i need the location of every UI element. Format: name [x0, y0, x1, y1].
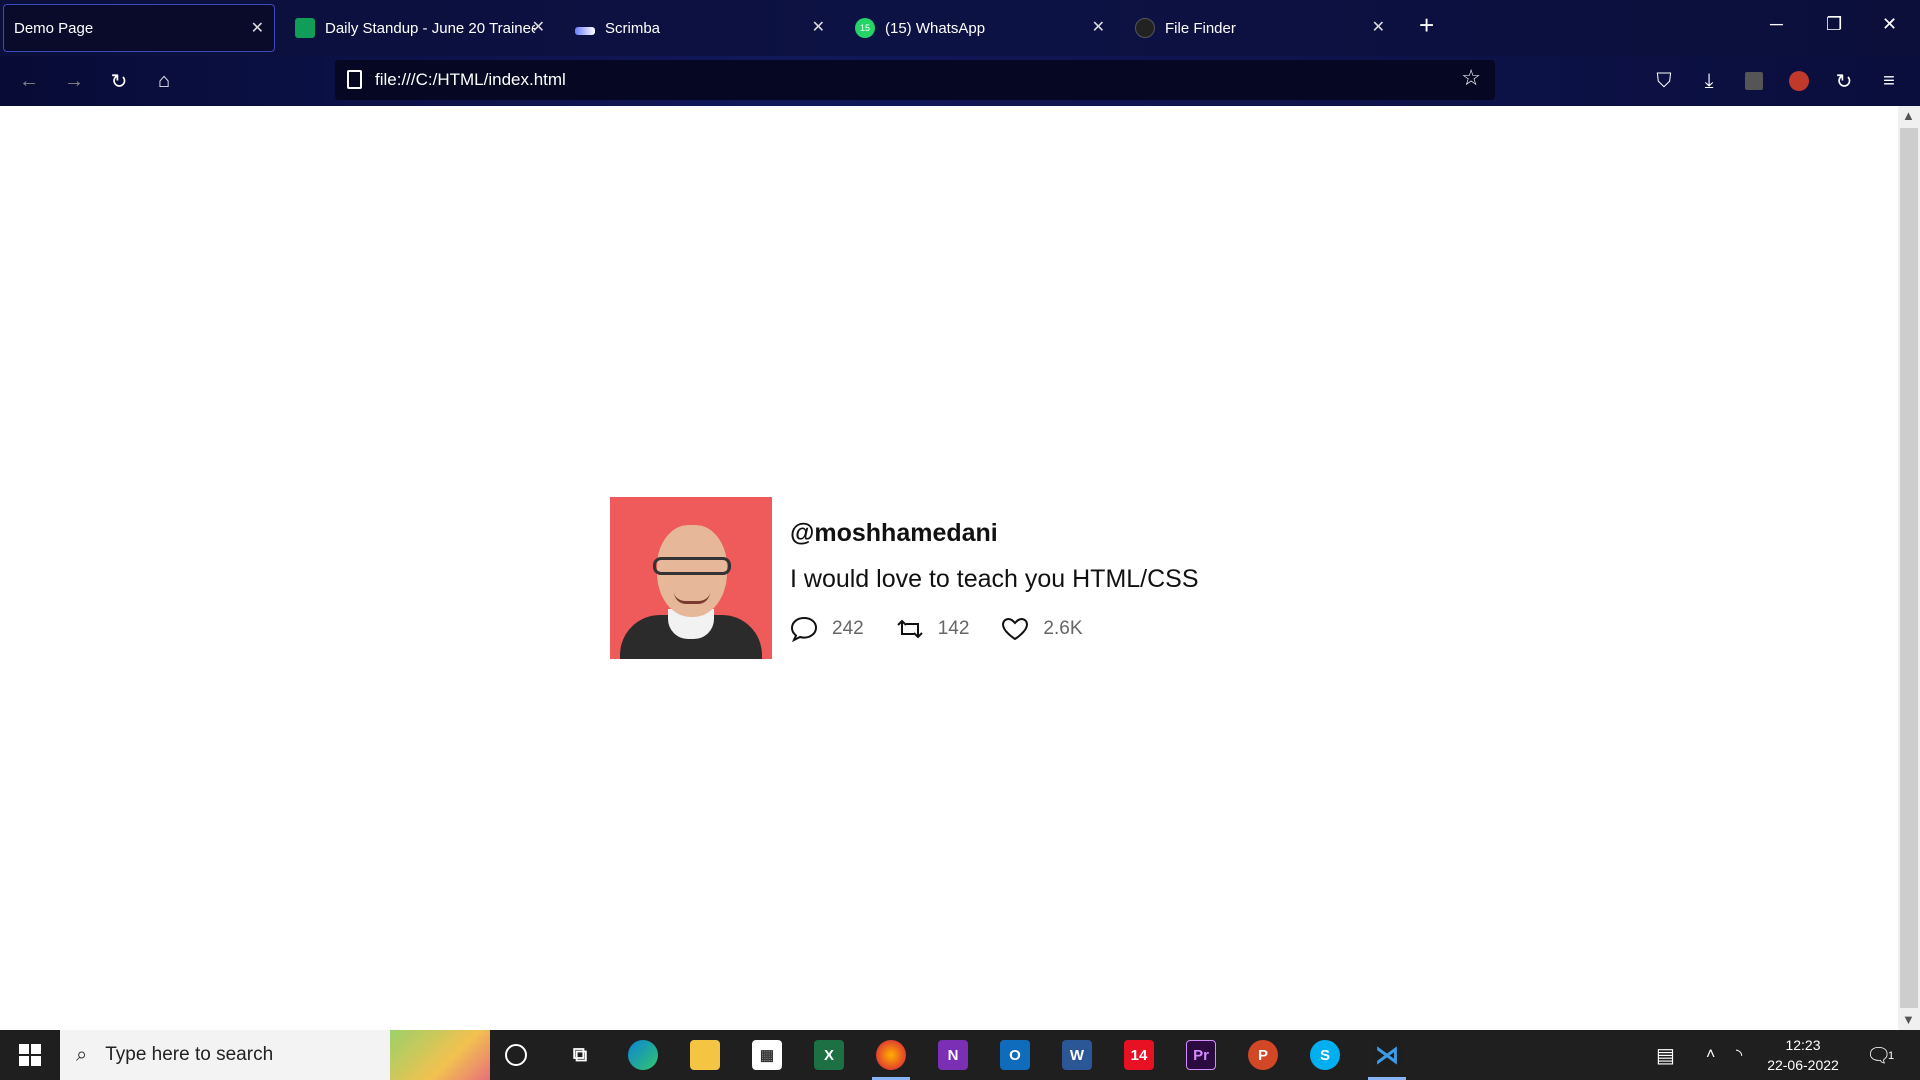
avatar [610, 497, 772, 659]
retweet-action[interactable]: 142 [896, 618, 970, 640]
premiere-icon[interactable]: Pr [1186, 1040, 1216, 1070]
taskbar-search[interactable]: ⌕ Type here to search [60, 1030, 490, 1080]
scroll-down-icon[interactable]: ▼ [1902, 1012, 1915, 1027]
close-icon[interactable]: ✕ [532, 17, 545, 37]
download-icon[interactable]: ⤓ [1696, 68, 1722, 94]
comment-icon [790, 616, 818, 642]
window-close-button[interactable]: ✕ [1882, 14, 1897, 35]
new-tab-button[interactable]: + [1419, 12, 1434, 38]
heart-icon [1002, 617, 1029, 641]
like-count: 2.6K [1043, 618, 1083, 639]
outlook-icon[interactable]: O [1000, 1040, 1030, 1070]
restore-button[interactable]: ❐ [1826, 14, 1842, 35]
cortana-icon[interactable] [505, 1044, 527, 1066]
search-highlight-icon [390, 1030, 490, 1080]
close-icon[interactable]: ✕ [1372, 17, 1385, 37]
sync-icon[interactable]: ↻ [1831, 68, 1857, 94]
avatar-glasses [653, 557, 731, 575]
edge-icon[interactable] [628, 1040, 658, 1070]
close-icon[interactable]: ✕ [251, 18, 264, 38]
news-icon[interactable]: ▤ [1656, 1030, 1675, 1080]
tweet-card: @moshhamedani I would love to teach you … [610, 497, 1199, 659]
task-view-icon[interactable]: ⧉ [565, 1040, 595, 1070]
clock-time: 12:23 [1785, 1037, 1821, 1053]
taskbar: ⌕ Type here to search ⧉ ▦ X N O W 14 Pr … [0, 1030, 1920, 1080]
sheets-icon [295, 18, 315, 38]
home-button[interactable]: ⌂ [151, 68, 177, 94]
calendar-app-icon[interactable]: 14 [1124, 1040, 1154, 1070]
reload-button[interactable]: ↻ [106, 68, 132, 94]
tweet-body: @moshhamedani I would love to teach you … [790, 497, 1199, 659]
minimize-button[interactable]: ─ [1770, 14, 1783, 35]
tab-label: Scrimba [605, 19, 661, 37]
retweet-count: 142 [937, 618, 970, 639]
forward-button[interactable]: → [61, 68, 87, 94]
tab-label: Demo Page [14, 19, 94, 37]
tab-file-finder[interactable]: File Finder ✕ [1125, 4, 1395, 52]
url-text[interactable]: file:///C:/HTML/index.html [375, 70, 566, 90]
search-icon: ⌕ [76, 1043, 88, 1066]
firefox-icon[interactable] [876, 1040, 906, 1070]
clock[interactable]: 12:23 22-06-2022 [1763, 1035, 1843, 1075]
tab-demo-page[interactable]: Demo Page ✕ [3, 4, 275, 52]
back-button[interactable]: ← [16, 68, 42, 94]
tweet-handle: @moshhamedani [790, 519, 998, 547]
scrollbar[interactable]: ▲ ▼ [1898, 106, 1920, 1030]
file-explorer-icon[interactable] [690, 1040, 720, 1070]
extension-icon[interactable] [1741, 68, 1767, 94]
pocket-icon[interactable]: ⛉ [1651, 68, 1677, 94]
close-icon[interactable]: ✕ [1092, 17, 1105, 37]
notification-count: 1 [1888, 1050, 1895, 1062]
comment-action[interactable]: 242 [790, 616, 864, 642]
word-icon[interactable]: W [1062, 1040, 1092, 1070]
close-icon[interactable]: ✕ [812, 17, 825, 37]
tab-scrimba[interactable]: Scrimba ✕ [565, 4, 835, 52]
tab-whatsapp[interactable]: 15 (15) WhatsApp ✕ [845, 4, 1115, 52]
comment-count: 242 [832, 618, 864, 639]
scrollbar-thumb[interactable] [1900, 128, 1918, 1008]
bookmark-star-icon[interactable]: ☆ [1461, 65, 1481, 91]
start-button[interactable] [0, 1030, 60, 1080]
onenote-icon[interactable]: N [938, 1040, 968, 1070]
tab-label: Daily Standup - June 20 Trainee [325, 19, 535, 37]
page-icon [347, 70, 362, 89]
tray-chevron-icon[interactable]: ˄ [1706, 1030, 1715, 1080]
tab-bar: Demo Page ✕ Daily Standup - June 20 Trai… [0, 0, 1920, 56]
github-icon [1135, 18, 1155, 38]
tab-label: (15) WhatsApp [885, 19, 986, 37]
menu-icon[interactable]: ≡ [1876, 68, 1902, 94]
wifi-icon[interactable]: ◝ [1736, 1030, 1742, 1080]
scroll-up-icon[interactable]: ▲ [1902, 108, 1915, 123]
skype-icon[interactable]: S [1310, 1040, 1340, 1070]
tweet-message: I would love to teach you HTML/CSS [790, 565, 1199, 593]
tweet-actions: 242 142 2.6K [790, 616, 1199, 642]
windows-icon [19, 1044, 41, 1066]
like-action[interactable]: 2.6K [1001, 617, 1083, 641]
nav-bar: ← → ↻ ⌂ file:///C:/HTML/index.html ☆ ⛉ ⤓… [0, 56, 1920, 106]
url-bar[interactable]: file:///C:/HTML/index.html ☆ [335, 60, 1495, 100]
scrimba-icon [575, 27, 595, 35]
clock-date: 22-06-2022 [1767, 1057, 1839, 1073]
tab-daily-standup[interactable]: Daily Standup - June 20 Trainee ✕ [285, 4, 555, 52]
whatsapp-icon: 15 [855, 18, 875, 38]
tab-label: File Finder [1165, 19, 1236, 37]
profile-extension-icon[interactable] [1786, 68, 1812, 94]
powerpoint-icon[interactable]: P [1248, 1040, 1278, 1070]
vscode-icon[interactable]: ⋊ [1372, 1040, 1402, 1070]
search-placeholder: Type here to search [105, 1044, 274, 1065]
excel-icon[interactable]: X [814, 1040, 844, 1070]
store-icon[interactable]: ▦ [752, 1040, 782, 1070]
retweet-icon [896, 619, 923, 639]
